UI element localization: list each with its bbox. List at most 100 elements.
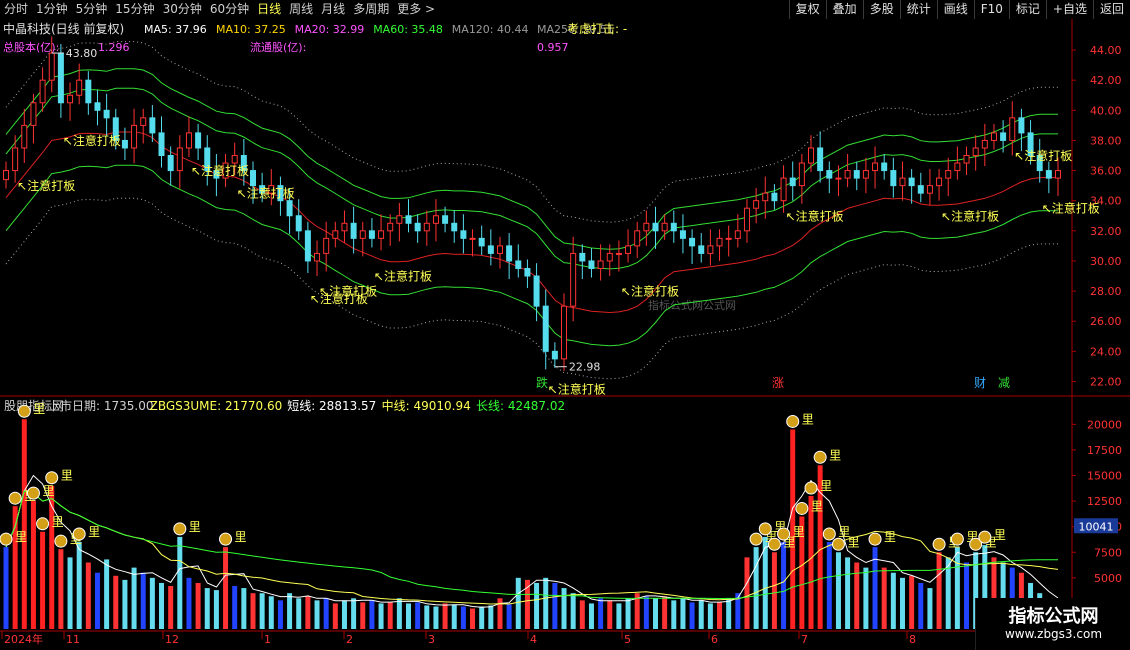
- period-tabs: 分时 1分钟 5分钟 15分钟 30分钟 60分钟 日线 周线 月线 多周期 更多 >: [0, 0, 439, 19]
- money-bag-icon: [868, 532, 882, 546]
- period-tab-1[interactable]: 1分钟: [32, 0, 72, 19]
- candle-body: [533, 275, 540, 307]
- candle-body: [368, 230, 375, 239]
- period-tab-2[interactable]: 5分钟: [72, 0, 112, 19]
- ma-label-2: MA20: 32.99: [295, 23, 365, 36]
- volume-bar: [643, 596, 649, 629]
- money-bag-icon: [758, 522, 772, 536]
- volume-bar: [332, 603, 338, 629]
- volume-bar: [85, 562, 91, 629]
- volume-bar: [67, 557, 73, 629]
- candle-body: [1000, 132, 1007, 141]
- candle-body: [396, 215, 403, 224]
- period-tab-7[interactable]: 周线: [285, 0, 317, 19]
- volume-bar: [314, 600, 320, 629]
- volume-bar: [323, 598, 329, 629]
- candle-body: [121, 139, 128, 149]
- toolbar-button-8[interactable]: 返回: [1092, 0, 1130, 19]
- period-tab-3[interactable]: 15分钟: [111, 0, 158, 19]
- ma-label-4: MA120: 40.44: [452, 23, 529, 36]
- candle-body: [789, 177, 796, 187]
- volume-bar: [488, 605, 494, 629]
- candle-body: [524, 267, 531, 277]
- toolbar-button-2[interactable]: 多股: [862, 0, 900, 19]
- money-bag-icon: [804, 481, 818, 495]
- toolbar-button-0[interactable]: 复权: [788, 0, 826, 19]
- candle-body: [432, 215, 439, 224]
- volume-bar: [149, 577, 155, 629]
- volume-bar: [451, 604, 457, 629]
- volume-bar: [277, 600, 283, 629]
- period-tab-8[interactable]: 月线: [317, 0, 349, 19]
- x-tick-label-1: 11: [66, 633, 80, 646]
- marker-label: 里: [994, 528, 1006, 542]
- money-bag-icon: [36, 517, 50, 531]
- candle-body: [936, 177, 943, 187]
- volume-bar: [588, 603, 594, 629]
- toolbar-button-6[interactable]: 标记: [1008, 0, 1046, 19]
- current-value-label: 10041: [1079, 520, 1114, 533]
- y-tick-label-44: 44.00: [1090, 44, 1122, 57]
- candle-body: [94, 102, 101, 111]
- y-tick-label-32: 32.00: [1090, 225, 1122, 238]
- volume-bar: [881, 567, 887, 629]
- candle-body: [716, 237, 723, 247]
- candle-body: [350, 222, 357, 239]
- candle-body: [652, 222, 659, 232]
- volume-bar: [287, 593, 293, 629]
- kline-chart[interactable]: 中晶科技(日线 前复权) MA5: 37.96 MA10: 37.25 MA20: 3…: [0, 19, 1130, 650]
- candle-body: [3, 170, 9, 181]
- candle-body: [195, 132, 202, 149]
- period-tab-6[interactable]: 日线: [253, 0, 285, 19]
- candle-body: [30, 102, 37, 126]
- volume-bar: [204, 588, 210, 629]
- candle-body: [734, 230, 741, 239]
- y-tick-label-38: 38.00: [1090, 134, 1122, 147]
- volume-bar: [122, 579, 128, 629]
- x-tick-label-5: 3: [428, 633, 435, 646]
- volume-bar: [387, 602, 393, 629]
- volume-bar: [296, 598, 302, 629]
- candle-body: [798, 162, 805, 187]
- site-watermark: 指标公式网 www.zbgs3.com: [975, 598, 1130, 650]
- period-tab-9[interactable]: 多周期: [349, 0, 393, 19]
- volume-bar: [30, 501, 36, 629]
- marker-label: 里: [61, 469, 73, 483]
- money-bag-icon: [795, 501, 809, 515]
- volume-bar: [543, 577, 549, 629]
- toolbar-button-1[interactable]: 叠加: [825, 0, 863, 19]
- candle-body: [597, 260, 604, 269]
- y-tick-label-22: 22.00: [1090, 375, 1122, 388]
- toolbar-button-7[interactable]: +自选: [1045, 0, 1093, 19]
- volume-bar: [625, 598, 631, 629]
- period-tab-10[interactable]: 更多 >: [393, 0, 439, 19]
- candle-body: [917, 185, 924, 194]
- signal-label-9: ↖注意打板: [786, 208, 844, 223]
- money-bag-icon: [26, 486, 40, 500]
- period-tab-0[interactable]: 分时: [0, 0, 32, 19]
- candle-body: [698, 245, 705, 254]
- toolbar: 分时 1分钟 5分钟 15分钟 30分钟 60分钟 日线 周线 月线 多周期 更多 > 复权 叠加 多股…: [0, 0, 1130, 20]
- candle-body: [323, 237, 330, 254]
- money-bag-icon: [786, 414, 800, 428]
- y-tick-label-30: 30.00: [1090, 255, 1122, 268]
- x-tick-label-2: 12: [165, 633, 179, 646]
- money-bag-icon: [831, 537, 845, 551]
- toolbar-button-3[interactable]: 统计: [899, 0, 937, 19]
- candle-body: [1018, 117, 1025, 134]
- candle-body: [295, 215, 302, 232]
- volume-bar: [863, 567, 869, 629]
- ma-label-0: MA5: 37.96: [144, 23, 207, 36]
- candle-body: [314, 252, 321, 262]
- toolbar-button-4[interactable]: 画线: [936, 0, 974, 19]
- float-shares-label: 流通股(亿):: [250, 40, 306, 54]
- candle-body: [442, 215, 449, 224]
- marker-label: 里: [42, 484, 54, 498]
- period-tab-4[interactable]: 30分钟: [159, 0, 206, 19]
- candle-body: [844, 170, 851, 179]
- period-tab-5[interactable]: 60分钟: [206, 0, 253, 19]
- volume-bar: [406, 603, 412, 629]
- candle-body: [131, 124, 138, 149]
- volume-bar: [195, 582, 201, 629]
- toolbar-button-5[interactable]: F10: [973, 0, 1009, 19]
